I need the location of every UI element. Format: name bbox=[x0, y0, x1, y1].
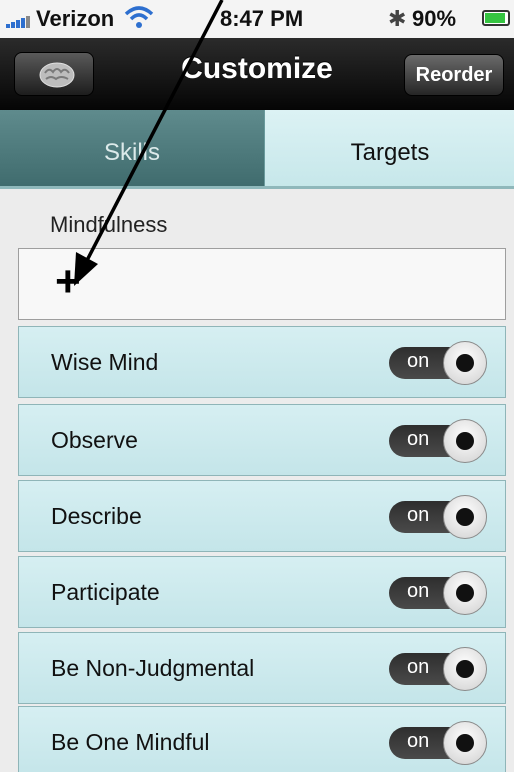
carrier-name: Verizon bbox=[36, 6, 115, 31]
toggle-switch[interactable]: on bbox=[389, 571, 489, 615]
battery-percent: 90% bbox=[412, 6, 457, 31]
toggle-knob[interactable] bbox=[443, 721, 487, 765]
list-item: Wise Mind on bbox=[18, 326, 506, 398]
battery-fill bbox=[485, 13, 505, 23]
wifi-icon bbox=[124, 6, 154, 28]
toggle-knob[interactable] bbox=[443, 341, 487, 385]
toggle-knob[interactable] bbox=[443, 647, 487, 691]
skill-label: Describe bbox=[51, 503, 142, 529]
signal-bars-icon bbox=[6, 14, 32, 28]
skill-label: Observe bbox=[51, 427, 138, 453]
skill-label: Wise Mind bbox=[51, 349, 159, 375]
toggle-switch[interactable]: on bbox=[389, 341, 489, 385]
reorder-button[interactable]: Reorder bbox=[404, 54, 504, 96]
toggle-state-label: on bbox=[407, 656, 430, 678]
list-item: Participate on bbox=[18, 556, 506, 628]
list-item: Be Non-Judgmental on bbox=[18, 632, 506, 704]
toggle-state-label: on bbox=[407, 428, 430, 450]
tab-targets[interactable]: Targets bbox=[264, 110, 514, 188]
screen-edge bbox=[514, 0, 518, 772]
toggle-switch[interactable]: on bbox=[389, 419, 489, 463]
toggle-knob[interactable] bbox=[443, 571, 487, 615]
app-screen: Verizon 8:47 PM ✱ 90% Customize Reorder … bbox=[0, 0, 514, 772]
section-title: Mindfulness bbox=[50, 212, 168, 237]
skill-label: Participate bbox=[51, 579, 160, 605]
skill-label: Be One Mindful bbox=[51, 729, 210, 755]
list-item: Describe on bbox=[18, 480, 506, 552]
toggle-knob[interactable] bbox=[443, 495, 487, 539]
toggle-state-label: on bbox=[407, 580, 430, 602]
status-bar: Verizon 8:47 PM ✱ 90% bbox=[0, 0, 514, 38]
add-skill-button[interactable]: + bbox=[18, 248, 506, 320]
toggle-state-label: on bbox=[407, 350, 430, 372]
list-item: Be One Mindful on bbox=[18, 706, 506, 772]
tab-skills[interactable]: Skills bbox=[0, 110, 264, 188]
toggle-switch[interactable]: on bbox=[389, 721, 489, 765]
segmented-tabs: Skills Targets bbox=[0, 110, 514, 188]
toggle-state-label: on bbox=[407, 730, 430, 752]
navigation-bar: Customize Reorder bbox=[0, 38, 514, 110]
toggle-knob[interactable] bbox=[443, 419, 487, 463]
battery-icon bbox=[482, 10, 510, 26]
toggle-state-label: on bbox=[407, 504, 430, 526]
tabs-divider bbox=[0, 186, 514, 189]
plus-icon: + bbox=[55, 257, 81, 306]
toggle-switch[interactable]: on bbox=[389, 647, 489, 691]
bluetooth-icon: ✱ bbox=[388, 6, 407, 31]
toggle-switch[interactable]: on bbox=[389, 495, 489, 539]
list-item: Observe on bbox=[18, 404, 506, 476]
status-time: 8:47 PM bbox=[220, 6, 304, 31]
skill-label: Be Non-Judgmental bbox=[51, 655, 255, 681]
